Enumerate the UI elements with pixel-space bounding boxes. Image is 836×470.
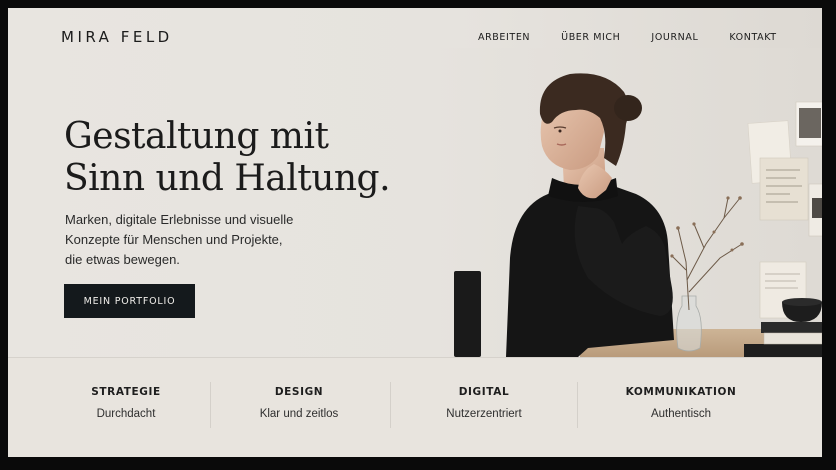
nav-item-journal[interactable]: JOURNAL — [651, 32, 698, 43]
feature-title: STRATEGIE — [91, 386, 161, 398]
feature-subtitle: Nutzerzentriert — [446, 408, 522, 420]
feature-kommunikation: KOMMUNIKATION Authentisch — [591, 358, 771, 457]
portfolio-button[interactable]: MEIN PORTFOLIO — [64, 284, 195, 318]
headline-line-2: Sinn und Haltung. — [64, 158, 391, 199]
page-frame: MIRA FELD ARBEITEN ÜBER MICH JOURNAL KON… — [8, 8, 822, 457]
hero-subtext: Marken, digitale Erlebnisse und visuelle… — [65, 210, 345, 270]
feature-design: DESIGN Klar und zeitlos — [209, 358, 389, 457]
features-strip: STRATEGIE Durchdacht DESIGN Klar und zei… — [8, 357, 822, 457]
subtext-line-2: Konzepte für Menschen und Projekte, — [65, 232, 283, 247]
nav-item-arbeiten[interactable]: ARBEITEN — [478, 32, 530, 43]
feature-divider — [390, 382, 391, 428]
feature-title: KOMMUNIKATION — [625, 386, 737, 398]
feature-subtitle: Durchdacht — [96, 408, 156, 420]
main-nav: ARBEITEN ÜBER MICH JOURNAL KONTAKT — [478, 32, 808, 43]
nav-item-kontakt[interactable]: KONTAKT — [729, 32, 776, 43]
feature-digital: DIGITAL Nutzerzentriert — [394, 358, 574, 457]
feature-title: DESIGN — [274, 386, 324, 398]
feature-title: DIGITAL — [458, 386, 510, 398]
headline-line-1: Gestaltung mit — [64, 116, 329, 157]
feature-subtitle: Authentisch — [650, 408, 712, 420]
feature-strategie: STRATEGIE Durchdacht — [36, 358, 216, 457]
hero-portrait-photo — [428, 48, 822, 357]
subtext-line-1: Marken, digitale Erlebnisse und visuelle — [65, 212, 294, 227]
feature-subtitle: Klar und zeitlos — [259, 408, 339, 420]
site-logo[interactable]: MIRA FELD — [61, 28, 173, 46]
feature-divider — [577, 382, 578, 428]
hero-headline: Gestaltung mit Sinn und Haltung. — [64, 116, 444, 200]
subtext-line-3: die etwas bewegen. — [65, 252, 180, 267]
nav-item-ueber-mich[interactable]: ÜBER MICH — [561, 32, 620, 43]
